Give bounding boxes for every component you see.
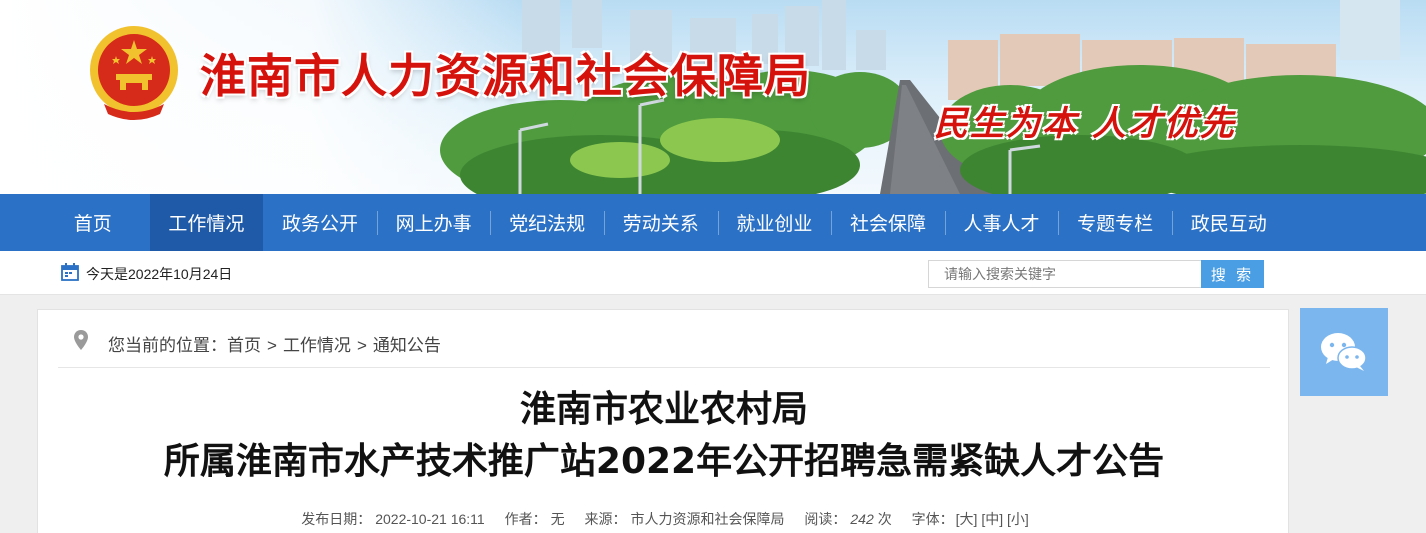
source-label: 来源：	[584, 511, 627, 527]
font-size-small-link[interactable]: [小]	[1007, 511, 1029, 527]
nav-item[interactable]: 就业创业	[717, 194, 832, 251]
nav-item[interactable]: 工作情况	[149, 194, 264, 251]
source-value: 市人力资源和社会保障局	[630, 511, 785, 527]
nav-item[interactable]: 党纪法规	[490, 194, 604, 251]
author-value: 无	[550, 511, 565, 527]
article-meta: 发布日期： 2022-10-21 16:11 作者：无 来源： 市人力资源和社会保障…	[38, 509, 1290, 529]
search-input[interactable]	[928, 260, 1202, 288]
author-label: 作者：	[504, 511, 547, 527]
article-title-line2: 所属淮南市水产技术推广站2022年公开招聘急需紧缺人才公告	[163, 441, 1165, 482]
read-count-value: 242	[850, 511, 874, 527]
site-slogan: 民生为本 人才优先	[934, 104, 1236, 144]
font-size-label: 字体：	[911, 511, 954, 527]
current-date: 今天是2022年10月24日	[86, 266, 233, 282]
article-title-line1: 淮南市农业农村局	[519, 389, 808, 430]
nav-item[interactable]: 劳动关系	[603, 194, 718, 251]
nav-item[interactable]: 政民互动	[1171, 194, 1286, 251]
national-emblem-icon	[90, 26, 178, 120]
nav-item[interactable]: 首页	[36, 194, 150, 251]
nav-item[interactable]: 社会保障	[831, 194, 945, 251]
breadcrumb-separator: >	[267, 336, 277, 355]
breadcrumb: 您当前的位置：首页 > 工作情况 > 通知公告	[58, 310, 1270, 368]
main-nav-list: 首页 工作情况 政务公开 网上办事 党纪法规 劳动关系 就业创业 社会保障 人事人才 专题专栏 政民…	[36, 194, 1286, 251]
wechat-float-button[interactable]	[1300, 308, 1388, 396]
site-title: 淮南市人力资源和社会保障局	[200, 49, 811, 103]
calendar-icon	[61, 263, 79, 281]
breadcrumb-notice-link[interactable]: 通知公告	[373, 336, 441, 355]
publish-date-value: 2022-10-21 16:11	[375, 511, 485, 527]
read-count-unit: 次	[877, 511, 892, 527]
date-search-bar: 今天是2022年10月24日 搜 索	[0, 251, 1426, 295]
read-count-label: 阅读：	[804, 511, 847, 527]
wechat-icon	[1321, 333, 1367, 371]
nav-item[interactable]: 政务公开	[263, 194, 377, 251]
article-card: 您当前的位置：首页 > 工作情况 > 通知公告 淮南市农业农村局 所属淮南市水产技术推广…	[37, 309, 1289, 533]
search-button[interactable]: 搜 索	[1201, 260, 1264, 288]
location-pin-icon	[74, 330, 88, 350]
breadcrumb-work-link[interactable]: 工作情况	[283, 336, 351, 355]
breadcrumb-separator: >	[356, 336, 367, 355]
breadcrumb-prefix: 您当前的位置：	[108, 336, 227, 355]
nav-item[interactable]: 人事人才	[944, 194, 1059, 251]
breadcrumb-trail: 您当前的位置：首页 > 工作情况 > 通知公告	[108, 331, 441, 356]
font-size-large-link[interactable]: [大]	[956, 511, 978, 527]
main-nav: 首页 工作情况 政务公开 网上办事 党纪法规 劳动关系 就业创业 社会保障 人事人才 专题专栏 政民…	[0, 194, 1426, 251]
font-size-medium-link[interactable]: [中]	[981, 511, 1003, 527]
nav-item[interactable]: 网上办事	[376, 194, 491, 251]
header-banner: 淮南市人力资源和社会保障局 民生为本 人才优先	[0, 0, 1426, 194]
publish-date-label: 发布日期：	[301, 511, 372, 527]
breadcrumb-home-link[interactable]: 首页	[227, 336, 261, 355]
nav-item[interactable]: 专题专栏	[1058, 194, 1172, 251]
